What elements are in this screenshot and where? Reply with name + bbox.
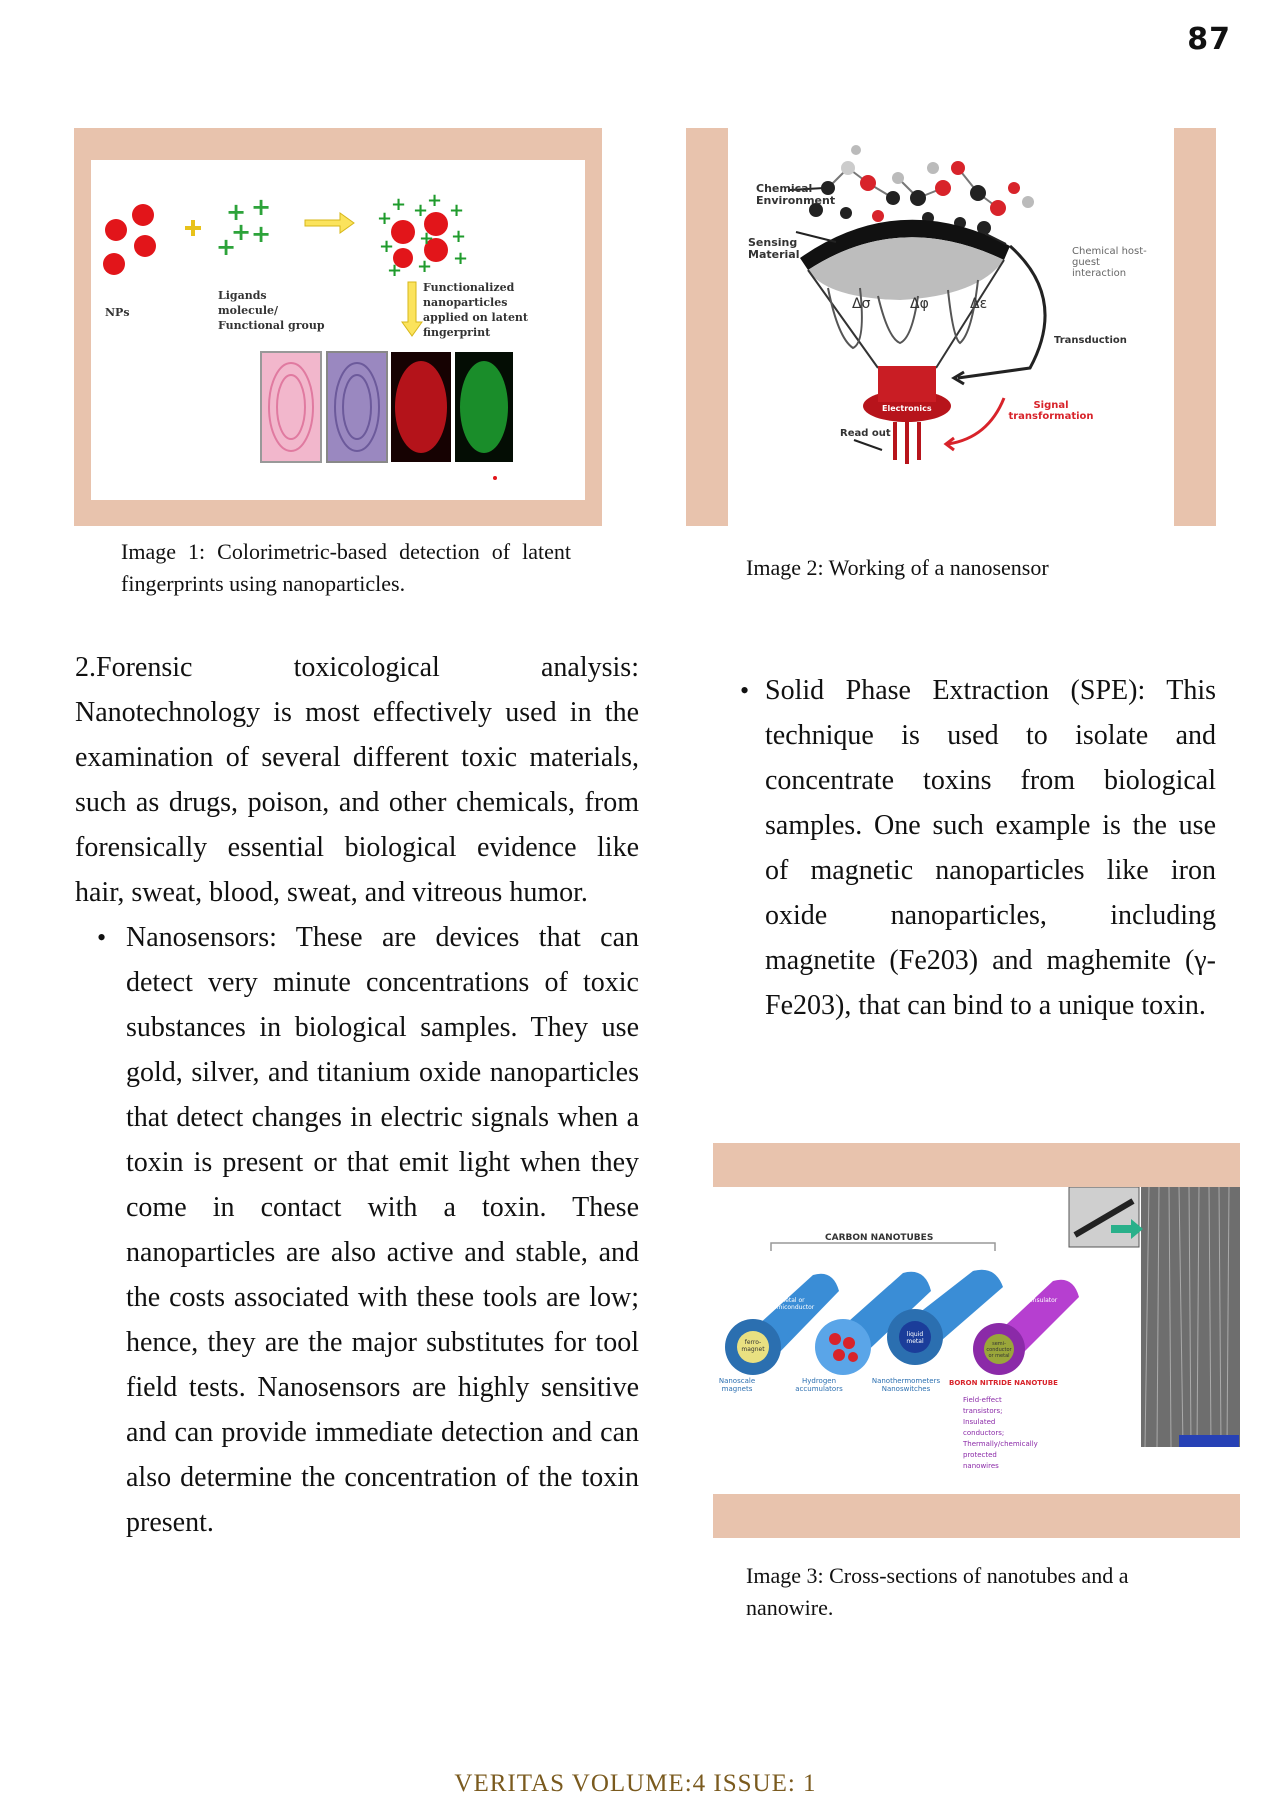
image2-figure: Chemical Environment Sensing Material Ch… <box>728 128 1174 526</box>
label-chemical-environment: Chemical Environment <box>756 182 836 207</box>
svg-text:+: + <box>377 208 392 229</box>
left-bullet-list: • Nanosensors: These are devices that ca… <box>75 915 639 1545</box>
label-sensing-material: Sensing Material <box>748 236 800 261</box>
svg-text:+: + <box>427 190 442 211</box>
np-dot <box>134 235 156 257</box>
image2-frame-right <box>1174 128 1216 526</box>
label-d-phi: Δφ <box>910 296 929 312</box>
spe-text: Solid Phase Extraction (SPE): This techn… <box>765 675 1216 1021</box>
ligand-label: Ligands molecule/ Functional group <box>218 289 325 332</box>
fingerprint-panels <box>260 351 513 463</box>
heading-word: toxicological <box>293 652 440 683</box>
svg-text:+: + <box>451 226 466 247</box>
svg-text:+: + <box>449 200 464 221</box>
functionalized-nps: ++ ++ ++++ +++ <box>377 190 468 281</box>
label-d-epsilon: Δε <box>970 296 988 312</box>
svg-text:+: + <box>216 233 236 261</box>
section-paragraph: Nanotechnology is most effectively used … <box>75 697 639 908</box>
bottom-label: Nanothermometers Nanoswitches <box>871 1377 941 1393</box>
page-number: 87 <box>1187 22 1231 57</box>
np-dot <box>105 219 127 241</box>
label-d-sigma: Δσ <box>852 296 871 312</box>
label-read-out: Read out <box>840 428 891 439</box>
right-bullet-list: • Solid Phase Extraction (SPE): This tec… <box>740 668 1216 1028</box>
bottom-label: BORON NITRIDE NANOTUBE <box>949 1379 1058 1387</box>
image2-caption: Image 2: Working of a nanosensor <box>746 555 1049 580</box>
image1-figure: + + + + + + + + + + + + + + + + NPs Liga… <box>91 160 585 500</box>
image3-caption: Image 3: Cross-sections of nanotubes and… <box>746 1563 1129 1620</box>
np-dot <box>132 204 154 226</box>
image3-figure: CARBON NANOTUBES metal or semiconductor … <box>713 1187 1240 1494</box>
bullet-icon: • <box>740 676 750 705</box>
svg-text:+: + <box>453 248 468 269</box>
label-transduction: Transduction <box>1054 335 1127 346</box>
image3-frame-top <box>713 1143 1240 1187</box>
carbon-nanotubes-title: CARBON NANOTUBES <box>825 1233 934 1243</box>
list-item: • Nanosensors: These are devices that ca… <box>75 915 639 1545</box>
functionalized-label: Functionalized nanoparticles applied on … <box>423 281 529 339</box>
section-heading: 2.Forensic toxicological analysis: <box>75 645 639 690</box>
list-item: • Solid Phase Extraction (SPE): This tec… <box>740 668 1216 1028</box>
image2-frame-left <box>686 128 728 526</box>
arrow-right-icon <box>304 212 355 234</box>
right-column: • Solid Phase Extraction (SPE): This tec… <box>740 668 1216 1028</box>
np-dot <box>103 253 125 275</box>
left-column: 2.Forensic toxicological analysis: Nanot… <box>75 645 639 1545</box>
tube-label: semi-conductor or metal <box>986 1341 1012 1359</box>
ligand-stars: + + + ++ <box>216 193 271 261</box>
svg-text:+: + <box>391 194 406 215</box>
bottom-label: Hydrogen accumulators <box>795 1377 843 1393</box>
image3-frame-bottom <box>713 1494 1240 1538</box>
np-label: NPs <box>105 306 130 319</box>
nanosensors-text: Nanosensors: These are devices that can … <box>126 922 639 1538</box>
heading-word: analysis: <box>541 652 639 683</box>
signal-arrow <box>947 397 1006 446</box>
bullet-icon: • <box>97 923 107 952</box>
svg-text:+: + <box>413 200 428 221</box>
label-host-guest: Chemical host-guest interaction <box>1072 246 1147 279</box>
svg-text:+: + <box>251 220 271 248</box>
svg-text:+: + <box>417 256 432 277</box>
svg-text:+: + <box>251 193 271 221</box>
tube-label: metal or semiconductor <box>769 1297 815 1311</box>
bottom-label: Nanoscale magnets <box>718 1377 756 1393</box>
svg-text:+: + <box>379 236 394 257</box>
label-signal-transformation: Signal transformation <box>1008 400 1094 422</box>
image1-caption: Image 1: Colorimetric-based detection of… <box>121 539 571 596</box>
heading-word: 2.Forensic <box>75 652 193 683</box>
label-electronics: Electronics <box>882 404 932 413</box>
svg-text:+: + <box>419 228 434 249</box>
tube-label: ferro-magnet <box>741 1339 765 1353</box>
svg-text:+: + <box>387 260 402 281</box>
plus-sign <box>185 220 201 236</box>
footer: VERITAS VOLUME:4 ISSUE: 1 <box>454 1770 817 1797</box>
tube-label: liquid metal <box>906 1331 924 1345</box>
arrow-down-icon <box>401 281 423 337</box>
tube-label: insulator <box>1031 1297 1058 1304</box>
bn-uses: Field-effect transistors; Insulated cond… <box>963 1396 1038 1470</box>
